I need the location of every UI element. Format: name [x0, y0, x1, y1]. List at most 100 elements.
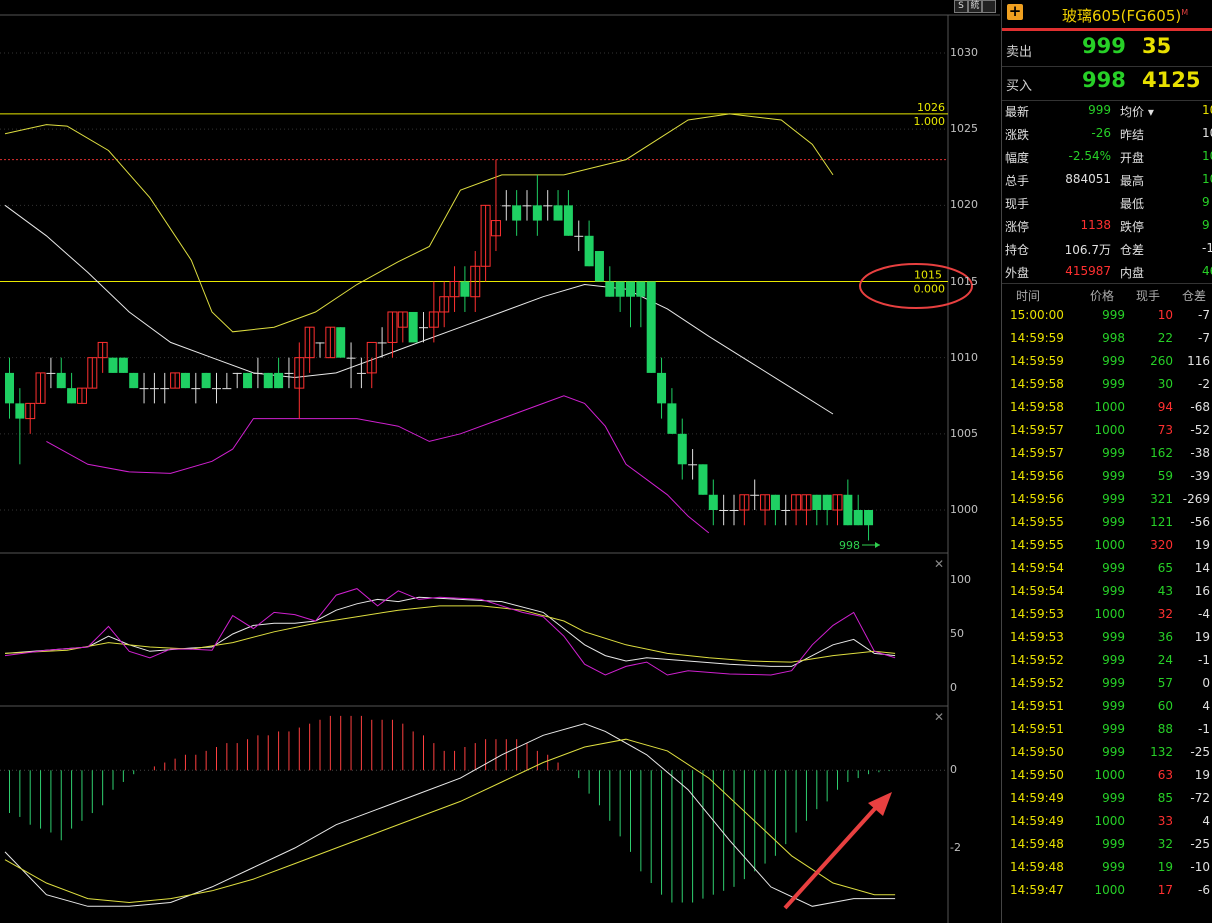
candle-body — [419, 327, 428, 329]
candle-body — [56, 372, 66, 389]
tick-price: 999 — [1102, 308, 1125, 322]
tick-row[interactable]: 14:59:55 999 121 -56 — [1002, 511, 1212, 534]
candle-body — [864, 510, 874, 526]
tick-volume: 73 — [1157, 423, 1173, 437]
candle-body — [812, 494, 822, 510]
tick-price: 999 — [1102, 377, 1125, 391]
stat-label: 涨跌 — [1005, 128, 1030, 142]
tick-row[interactable]: 14:59:47 1000 17 -6 — [1002, 879, 1212, 902]
tick-row[interactable]: 14:59:51 999 60 4 — [1002, 695, 1212, 718]
tick-oi-change: -38 — [1190, 446, 1210, 460]
stat-label: 总手 — [1005, 174, 1030, 188]
tick-row[interactable]: 14:59:49 999 85 -72 — [1002, 787, 1212, 810]
tick-row[interactable]: 14:59:48 999 32 -25 — [1002, 833, 1212, 856]
tick-oi-change: -1 — [1198, 722, 1210, 736]
stat-row: 持仓 106.7万仓差 -18 — [1002, 237, 1212, 260]
candlestick-chart[interactable]: 10261.00010150.000998 — [0, 0, 1000, 923]
stat-label: 持仓 — [1005, 243, 1030, 257]
stat-row: 最新 999 均价 ▾ 10 — [1002, 99, 1212, 122]
tick-oi-change: 0 — [1202, 676, 1210, 690]
stat-row: 现手 最低 9 — [1002, 191, 1212, 214]
candle-body — [160, 388, 170, 390]
stat-label-2: 跌停 — [1120, 220, 1145, 234]
tick-row[interactable]: 14:59:51 999 88 -1 — [1002, 718, 1212, 741]
tick-row[interactable]: 15:00:00 999 10 -7 — [1002, 304, 1212, 327]
ticks-header: 时间 价格 现手 仓差 — [1002, 283, 1212, 304]
tick-time: 14:59:51 — [1010, 699, 1064, 713]
candle-body — [129, 372, 139, 389]
stat-label: 幅度 — [1005, 151, 1030, 165]
tick-row[interactable]: 14:59:59 999 260 116 — [1002, 350, 1212, 373]
tick-row[interactable]: 14:59:54 999 65 14 — [1002, 557, 1212, 580]
tick-time: 14:59:59 — [1010, 331, 1064, 345]
kdj-close-icon[interactable]: ✕ — [934, 557, 944, 571]
tick-price: 999 — [1102, 837, 1125, 851]
quote-panel: + 玻璃605(FG605)M 卖出 999 35 买入 998 4125 最新… — [1001, 0, 1212, 923]
candle-body — [232, 372, 242, 374]
candle-body — [108, 357, 118, 373]
candle-body — [708, 494, 718, 510]
tick-row[interactable]: 14:59:54 999 43 16 — [1002, 580, 1212, 603]
tick-price: 1000 — [1094, 607, 1125, 621]
tick-price: 999 — [1102, 676, 1125, 690]
tick-time: 14:59:55 — [1010, 515, 1064, 529]
tick-row[interactable]: 14:59:52 999 57 0 — [1002, 672, 1212, 695]
tick-oi-change: 116 — [1187, 354, 1210, 368]
price-axis-label: 1020 — [950, 198, 978, 212]
candle-body — [719, 510, 729, 511]
candle-body — [15, 403, 25, 419]
stat-value: 1138 — [1080, 218, 1111, 232]
tick-price: 999 — [1102, 722, 1125, 736]
candle-body — [677, 433, 687, 465]
tick-row[interactable]: 14:59:59 998 22 -7 — [1002, 327, 1212, 350]
tick-time: 14:59:54 — [1010, 561, 1064, 575]
s-toolbar-button[interactable]: S — [954, 0, 968, 13]
ask-volume: 35 — [1142, 34, 1172, 58]
candle-body — [263, 372, 273, 389]
stats-toolbar-button[interactable]: 統 — [968, 0, 982, 13]
candle-body — [253, 372, 263, 374]
add-icon[interactable]: + — [1007, 4, 1023, 20]
chart-area[interactable]: 1026 1.000 1015 0.000 998 S 統 ✕ ✕ 1030 1025 10… — [0, 0, 1000, 923]
macd-dif-line — [4, 723, 896, 907]
tick-row[interactable]: 14:59:58 1000 94 -68 — [1002, 396, 1212, 419]
tick-row[interactable]: 14:59:50 999 132 -25 — [1002, 741, 1212, 764]
candle-body — [377, 342, 387, 344]
tick-row[interactable]: 14:59:56 999 321 -269 — [1002, 488, 1212, 511]
tick-row[interactable]: 14:59:57 999 162 -38 — [1002, 442, 1212, 465]
tick-price: 999 — [1102, 630, 1125, 644]
tick-price: 999 — [1102, 492, 1125, 506]
tick-row[interactable]: 14:59:52 999 24 -1 — [1002, 649, 1212, 672]
fib-top-price: 1026 — [917, 101, 945, 114]
tick-oi-change: -2 — [1198, 377, 1210, 391]
tick-row[interactable]: 14:59:49 1000 33 4 — [1002, 810, 1212, 833]
tick-volume: 36 — [1157, 630, 1173, 644]
stat-label-2: 昨结 — [1120, 128, 1145, 142]
tick-row[interactable]: 14:59:57 1000 73 -52 — [1002, 419, 1212, 442]
instrument-name: 玻璃605(FG605)M — [1062, 5, 1188, 26]
tick-volume: 43 — [1157, 584, 1173, 598]
scroll-toolbar-button[interactable] — [982, 0, 996, 13]
stat-label: 现手 — [1005, 197, 1030, 211]
price-axis-label: 1025 — [950, 122, 978, 136]
macd-close-icon[interactable]: ✕ — [934, 710, 944, 724]
tick-row[interactable]: 14:59:53 999 36 19 — [1002, 626, 1212, 649]
tick-row[interactable]: 14:59:48 999 19 -10 — [1002, 856, 1212, 879]
tick-row[interactable]: 14:59:55 1000 320 19 — [1002, 534, 1212, 557]
tick-oi-change: -25 — [1190, 837, 1210, 851]
tick-time: 14:59:48 — [1010, 837, 1064, 851]
tick-row[interactable]: 14:59:56 999 59 -39 — [1002, 465, 1212, 488]
tick-row[interactable]: 14:59:50 1000 63 19 — [1002, 764, 1212, 787]
tick-oi-change: -6 — [1198, 883, 1210, 897]
tick-price: 999 — [1102, 561, 1125, 575]
candle-body — [553, 205, 563, 221]
tick-time: 14:59:58 — [1010, 377, 1064, 391]
tick-volume: 121 — [1150, 515, 1173, 529]
candle-body — [781, 510, 791, 511]
tick-time: 14:59:57 — [1010, 446, 1064, 460]
tick-oi-change: 16 — [1194, 584, 1210, 598]
tick-row[interactable]: 14:59:58 999 30 -2 — [1002, 373, 1212, 396]
price-axis-label: 1005 — [950, 426, 978, 440]
tick-row[interactable]: 14:59:53 1000 32 -4 — [1002, 603, 1212, 626]
candle-body — [563, 205, 573, 236]
